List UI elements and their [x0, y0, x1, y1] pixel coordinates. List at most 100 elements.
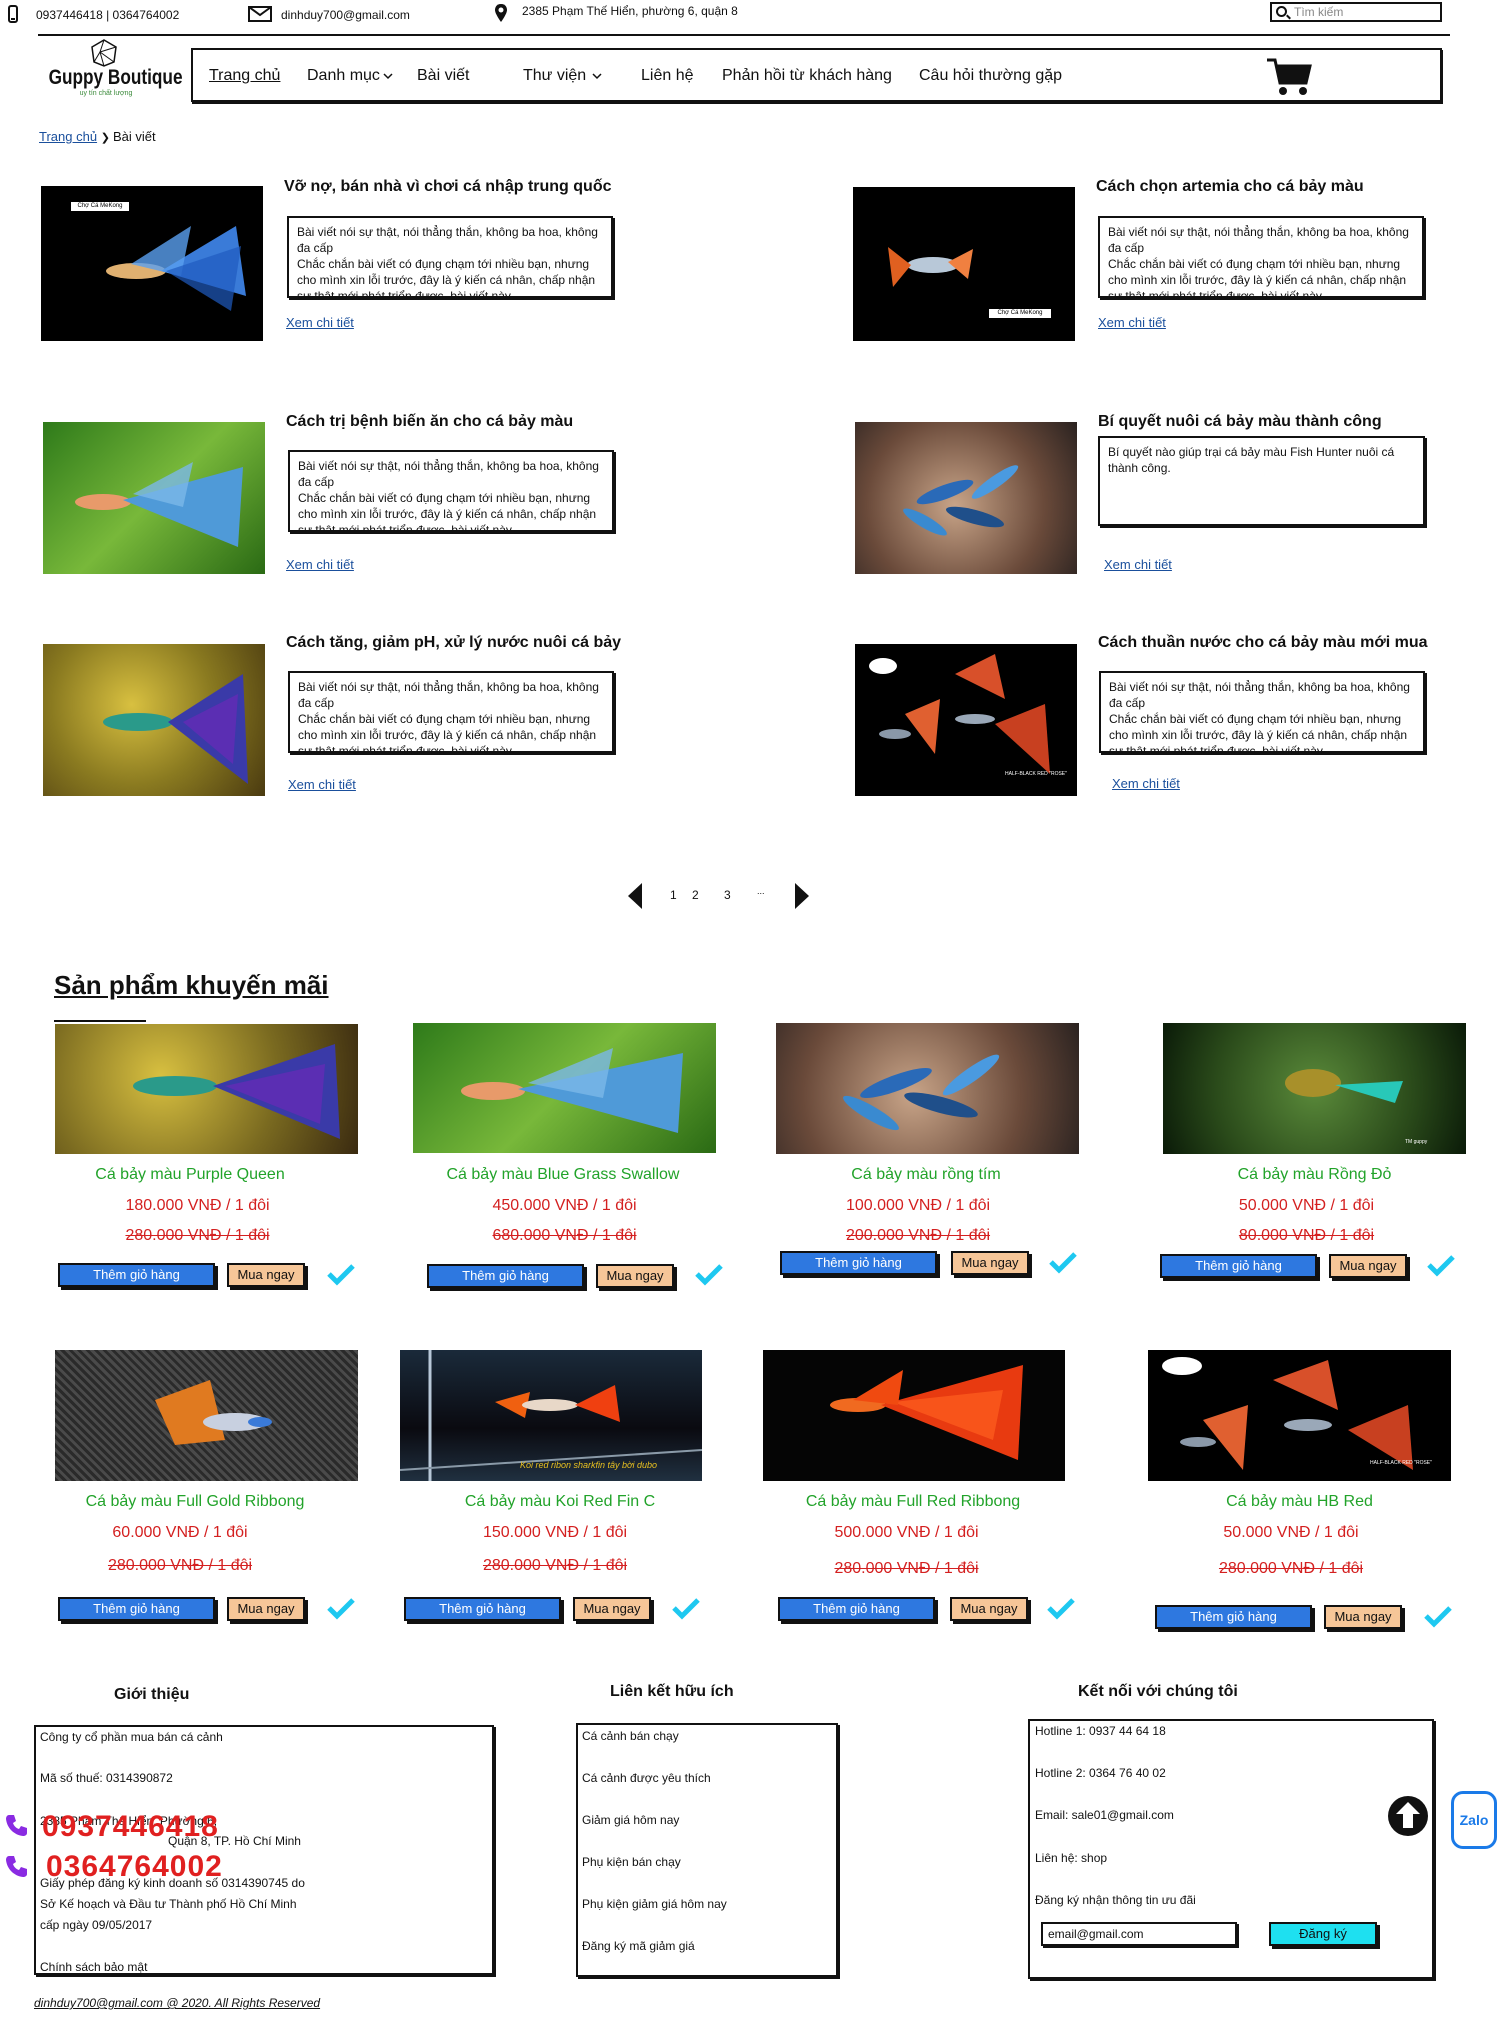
- buy-now-button[interactable]: Mua ngay: [951, 1251, 1029, 1275]
- add-to-cart-button[interactable]: Thêm giỏ hàng: [404, 1597, 561, 1621]
- footer-connect-title: Kết nối với chúng tôi: [1078, 1683, 1238, 1700]
- checkmark-icon[interactable]: [1046, 1596, 1076, 1620]
- product-name[interactable]: Cá bảy màu rồng tím: [776, 1166, 1076, 1184]
- zalo-chat-button[interactable]: Zalo: [1451, 1791, 1497, 1849]
- footer-link[interactable]: Cá cảnh bán chạy: [582, 1729, 679, 1743]
- article-title[interactable]: Vỡ nợ, bán nhà vì chơi cá nhập trung quố…: [284, 178, 611, 196]
- footer-link[interactable]: Đăng ký mã giảm giá: [582, 1939, 695, 1953]
- read-more-link[interactable]: Xem chi tiết: [286, 315, 354, 330]
- read-more-link[interactable]: Xem chi tiết: [286, 557, 354, 572]
- add-to-cart-button[interactable]: Thêm giỏ hàng: [427, 1264, 584, 1288]
- buy-now-button[interactable]: Mua ngay: [1324, 1605, 1402, 1629]
- top-email[interactable]: dinhduy700@gmail.com: [281, 8, 410, 22]
- scroll-to-top-icon[interactable]: [1386, 1794, 1430, 1838]
- phone-call-icon[interactable]: [4, 1853, 30, 1879]
- article-image[interactable]: [43, 644, 265, 796]
- buy-now-button[interactable]: Mua ngay: [227, 1597, 305, 1621]
- newsletter-email-input[interactable]: email@gmail.com: [1041, 1922, 1237, 1946]
- article-title[interactable]: Cách thuần nước cho cá bảy màu mới mua: [1098, 634, 1428, 652]
- breadcrumb-home[interactable]: Trang chủ: [39, 129, 97, 144]
- product-image[interactable]: TM guppy: [1163, 1023, 1466, 1154]
- product-image[interactable]: [413, 1023, 716, 1153]
- add-to-cart-button[interactable]: Thêm giỏ hàng: [58, 1263, 215, 1287]
- nav-category[interactable]: Danh mục: [307, 67, 393, 85]
- cart-icon[interactable]: [1266, 57, 1312, 97]
- next-page-icon[interactable]: [794, 882, 810, 910]
- buy-now-button[interactable]: Mua ngay: [596, 1264, 674, 1288]
- floating-phone-2[interactable]: 0364764002: [46, 1850, 223, 1884]
- buy-now-button[interactable]: Mua ngay: [227, 1263, 305, 1287]
- checkmark-icon[interactable]: [1426, 1253, 1456, 1277]
- floating-phone-1[interactable]: 0937446418: [42, 1810, 219, 1844]
- checkmark-icon[interactable]: [1048, 1250, 1078, 1274]
- read-more-link[interactable]: Xem chi tiết: [288, 777, 356, 792]
- footer-link[interactable]: Giảm giá hôm nay: [582, 1813, 679, 1827]
- buy-now-button[interactable]: Mua ngay: [573, 1597, 651, 1621]
- article-image[interactable]: Chợ Cá MeKong: [41, 186, 263, 341]
- product-price: 50.000 VNĐ / 1 đôi: [1223, 1524, 1359, 1541]
- checkmark-icon[interactable]: [326, 1596, 356, 1620]
- subscribe-button[interactable]: Đăng ký: [1269, 1922, 1377, 1946]
- footer-intro-line: Mã số thuế: 0314390872: [40, 1771, 173, 1785]
- add-to-cart-button[interactable]: Thêm giỏ hàng: [778, 1597, 935, 1621]
- add-to-cart-button[interactable]: Thêm giỏ hàng: [1155, 1605, 1312, 1629]
- product-name[interactable]: Cá bảy màu HB Red: [1148, 1493, 1451, 1511]
- footer-link[interactable]: Phụ kiện bán chạy: [582, 1855, 681, 1869]
- article-excerpt: Bí quyết nào giúp trại cá bảy màu Fish H…: [1098, 436, 1425, 526]
- article-title[interactable]: Cách tăng, giảm pH, xử lý nước nuôi cá b…: [286, 634, 621, 652]
- nav-contact[interactable]: Liên hệ: [641, 67, 694, 85]
- phone-call-icon[interactable]: [4, 1812, 30, 1838]
- article-image[interactable]: [43, 422, 265, 574]
- search-icon[interactable]: [1276, 6, 1287, 17]
- search-input[interactable]: Tìm kiếm: [1270, 2, 1442, 22]
- title-accent: [54, 1020, 146, 1022]
- page-2[interactable]: 2: [692, 888, 699, 902]
- article-title[interactable]: Cách chọn artemia cho cá bảy màu: [1096, 178, 1364, 196]
- buy-now-button[interactable]: Mua ngay: [950, 1597, 1028, 1621]
- article-title[interactable]: Bí quyết nuôi cá bảy màu thành công: [1098, 413, 1382, 431]
- product-name[interactable]: Cá bảy màu Full Gold Ribbong: [55, 1493, 335, 1511]
- product-name[interactable]: Cá bảy màu Full Red Ribbong: [763, 1493, 1063, 1511]
- site-logo[interactable]: Guppy Boutique uy tín chất lượng: [36, 38, 183, 104]
- product-image[interactable]: [763, 1350, 1065, 1481]
- product-price: 60.000 VNĐ / 1 đôi: [112, 1524, 248, 1541]
- product-image[interactable]: HALF-BLACK RED "ROSE": [1148, 1350, 1451, 1481]
- footer-link[interactable]: Cá cảnh được yêu thích: [582, 1771, 711, 1785]
- buy-now-button[interactable]: Mua ngay: [1329, 1254, 1407, 1278]
- product-name[interactable]: Cá bảy màu Rồng Đỏ: [1163, 1166, 1466, 1184]
- page-1[interactable]: 1: [670, 888, 677, 902]
- article-image[interactable]: Chợ Cá MeKong: [853, 187, 1075, 341]
- read-more-link[interactable]: Xem chi tiết: [1098, 315, 1166, 330]
- article-image[interactable]: [855, 422, 1077, 574]
- product-name[interactable]: Cá bảy màu Blue Grass Swallow: [413, 1166, 713, 1184]
- article-image[interactable]: HALF-BLACK RED "ROSE": [855, 644, 1077, 796]
- nav-feedback[interactable]: Phản hồi từ khách hàng: [722, 67, 892, 85]
- image-label: TM guppy: [1405, 1139, 1428, 1145]
- product-name[interactable]: Cá bảy màu Purple Queen: [55, 1166, 325, 1184]
- product-image[interactable]: [55, 1024, 358, 1154]
- read-more-link[interactable]: Xem chi tiết: [1112, 776, 1180, 791]
- breadcrumb: Trang chủ ❯ Bài viết: [39, 129, 156, 144]
- checkmark-icon[interactable]: [671, 1596, 701, 1620]
- nav-faq[interactable]: Câu hỏi thường gặp: [919, 67, 1062, 85]
- product-price: 150.000 VNĐ / 1 đôi: [482, 1524, 628, 1541]
- checkmark-icon[interactable]: [326, 1262, 356, 1286]
- nav-library[interactable]: Thư viện: [523, 67, 602, 85]
- page-3[interactable]: 3: [724, 888, 731, 902]
- prev-page-icon[interactable]: [627, 882, 643, 910]
- footer-link[interactable]: Phụ kiện giảm giá hôm nay: [582, 1897, 727, 1911]
- read-more-link[interactable]: Xem chi tiết: [1104, 557, 1172, 572]
- add-to-cart-button[interactable]: Thêm giỏ hàng: [780, 1251, 937, 1275]
- privacy-policy-link[interactable]: Chính sách bảo mật: [40, 1960, 147, 1974]
- product-image[interactable]: [55, 1350, 358, 1481]
- nav-articles[interactable]: Bài viết: [417, 67, 469, 85]
- product-image[interactable]: [776, 1023, 1079, 1154]
- article-title[interactable]: Cách trị bệnh biến ăn cho cá bảy màu: [286, 413, 573, 431]
- product-image[interactable]: Koi red ribon sharkfin tây bời dubo: [400, 1350, 702, 1481]
- checkmark-icon[interactable]: [694, 1262, 724, 1286]
- product-name[interactable]: Cá bảy màu Koi Red Fin C: [420, 1493, 700, 1511]
- nav-home[interactable]: Trang chủ: [209, 67, 280, 85]
- add-to-cart-button[interactable]: Thêm giỏ hàng: [58, 1597, 215, 1621]
- add-to-cart-button[interactable]: Thêm giỏ hàng: [1160, 1254, 1317, 1278]
- checkmark-icon[interactable]: [1423, 1604, 1453, 1628]
